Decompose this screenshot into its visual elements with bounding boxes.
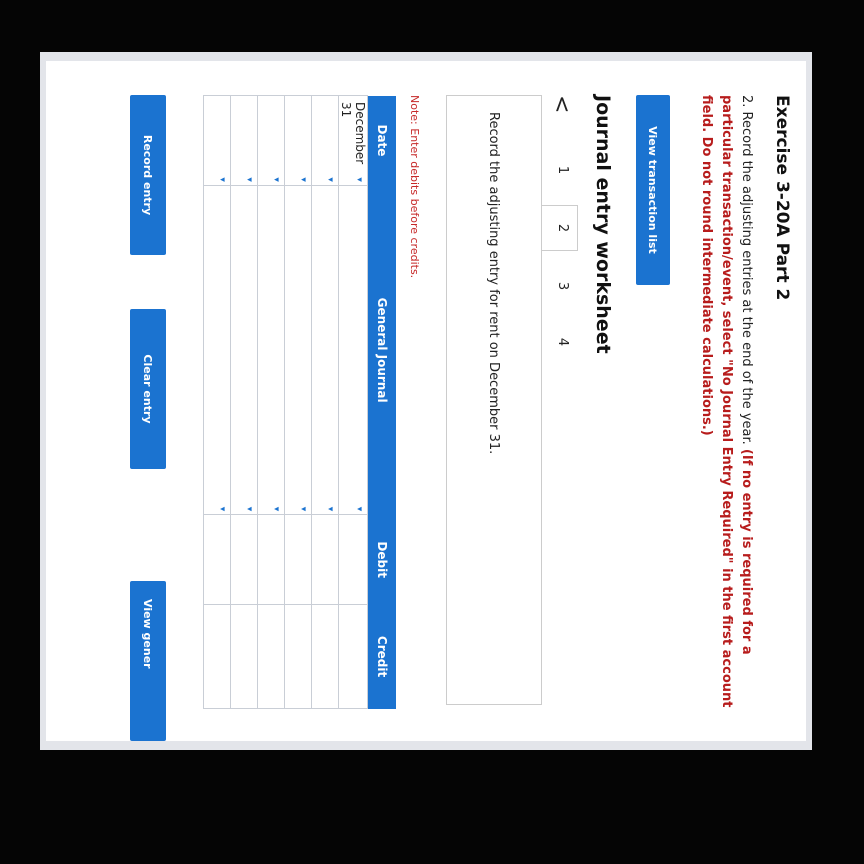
header-date: Date [368,95,396,186]
debit-cell[interactable] [339,514,368,605]
debit-credit-note: Note: Enter debits before credits. [408,95,421,279]
date-cell[interactable] [258,95,285,186]
header-debit: Debit [368,514,396,605]
entry-description: Record the adjusting entry for rent on D… [486,112,501,455]
table-row [312,95,339,709]
credit-cell[interactable] [258,604,285,709]
exercise-title: Exercise 3-20A Part 2 [772,95,792,301]
view-transaction-list-button[interactable]: View transaction list [636,95,670,285]
debit-cell[interactable] [204,514,231,605]
date-cell[interactable] [285,95,312,186]
table-row [204,95,231,709]
debit-cell[interactable] [258,514,285,605]
journal-table: Date General Journal Debit Credit Decemb… [204,95,396,709]
step-3[interactable]: 3 [555,271,570,301]
instructions: 2. Record the adjusting entries at the e… [696,95,756,711]
step-1[interactable]: 1 [555,155,570,185]
table-row [231,95,258,709]
debit-cell[interactable] [312,514,339,605]
table-header-row: Date General Journal Debit Credit [368,95,396,709]
prev-arrow-icon[interactable]: < [549,95,574,113]
step-nav: < 1 2 3 4 [542,95,578,695]
debit-cell[interactable] [285,514,312,605]
account-cell[interactable] [204,185,231,515]
clear-entry-button[interactable]: Clear entry [130,309,166,469]
credit-cell[interactable] [231,604,258,709]
header-credit: Credit [368,604,396,709]
account-cell[interactable] [285,185,312,515]
account-cell[interactable] [339,185,368,515]
table-row: December 31 [339,95,368,709]
step-4[interactable]: 4 [555,327,570,357]
worksheet-title: Journal entry worksheet [592,95,614,354]
account-cell[interactable] [312,185,339,515]
credit-cell[interactable] [339,604,368,709]
debit-cell[interactable] [231,514,258,605]
table-row [258,95,285,709]
credit-cell[interactable] [204,604,231,709]
date-cell[interactable] [312,95,339,186]
credit-cell[interactable] [285,604,312,709]
credit-cell[interactable] [312,604,339,709]
account-cell[interactable] [258,185,285,515]
step-2[interactable]: 2 [555,213,570,243]
instructions-plain: 2. Record the adjusting entries at the e… [739,95,754,445]
record-entry-button[interactable]: Record entry [130,95,166,255]
rotated-content: Exercise 3-20A Part 2 2. Record the adju… [46,61,806,741]
screen: Exercise 3-20A Part 2 2. Record the adju… [40,52,812,750]
account-cell[interactable] [231,185,258,515]
date-cell[interactable] [204,95,231,186]
header-general-journal: General Journal [368,185,396,515]
table-row [285,95,312,709]
date-cell[interactable] [231,95,258,186]
view-general-journal-button[interactable]: View gener [130,581,166,741]
date-cell[interactable]: December 31 [339,95,368,186]
entry-panel: Record the adjusting entry for rent on D… [446,95,542,705]
